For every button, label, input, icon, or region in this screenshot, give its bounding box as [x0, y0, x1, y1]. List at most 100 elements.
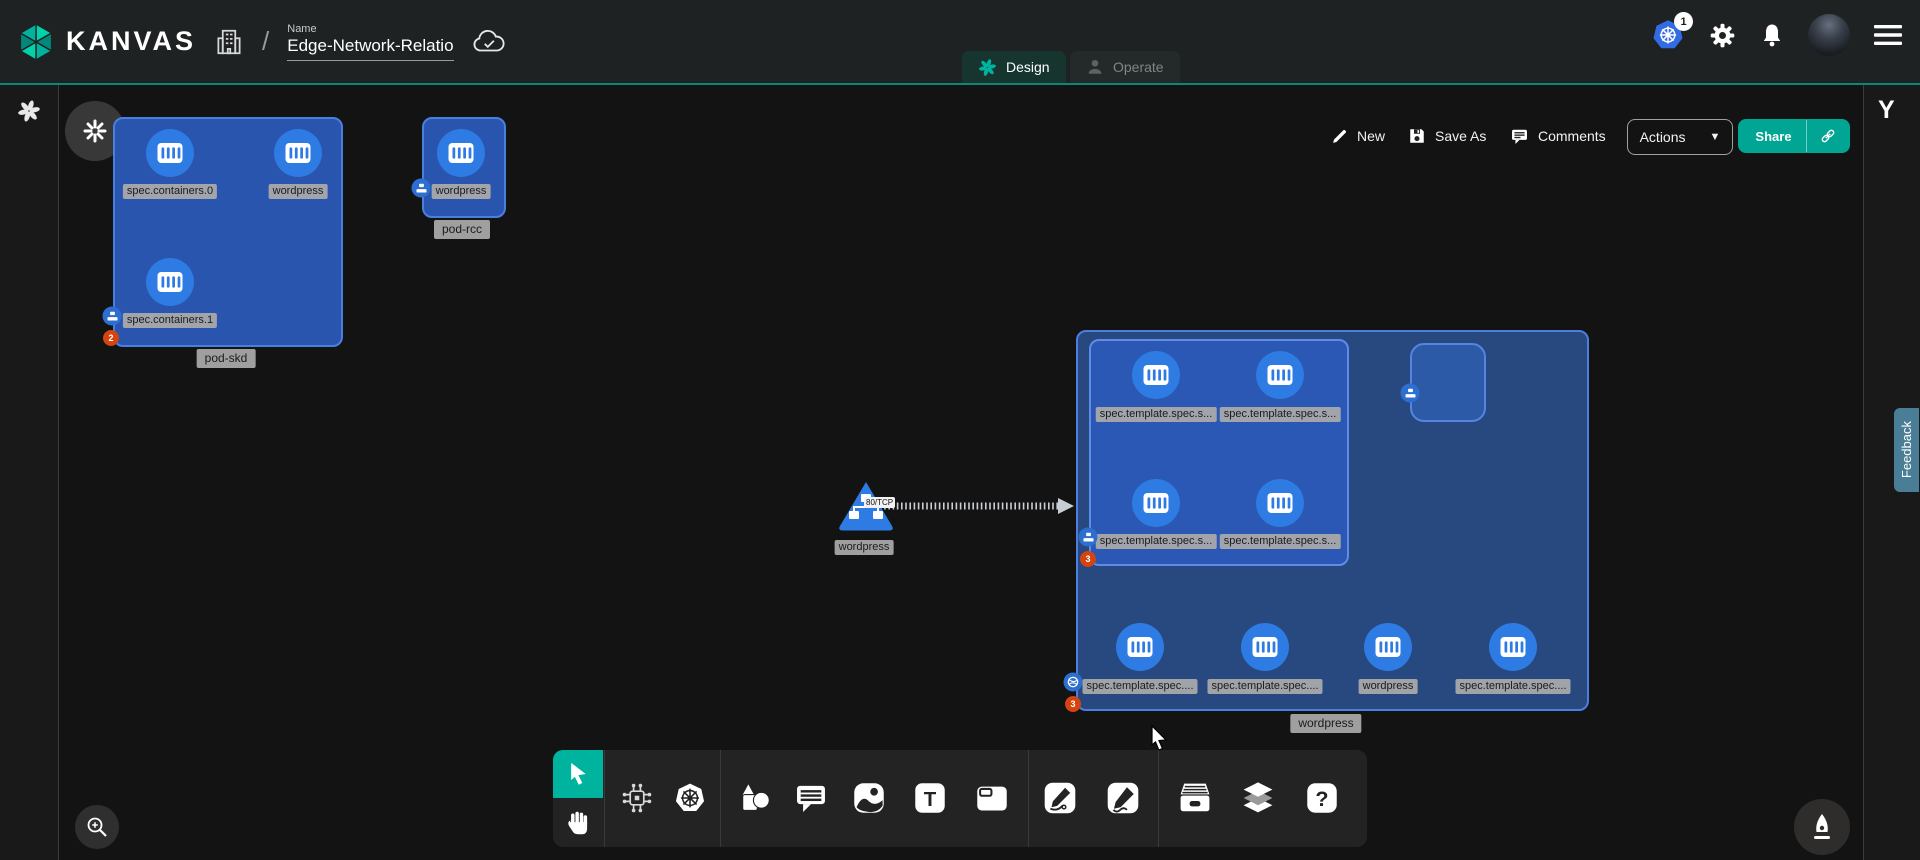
sitemap-icon [415, 182, 427, 194]
node-label: spec.template.spec.... [1456, 679, 1571, 694]
node-spec-containers-1[interactable] [146, 258, 194, 306]
caret-down-icon[interactable]: ▼ [1698, 131, 1733, 143]
pencil-icon [1331, 128, 1348, 145]
new-button[interactable]: New [1331, 119, 1385, 153]
save-as-button[interactable]: Save As [1408, 119, 1486, 153]
question-mark-icon: ? [1305, 781, 1339, 815]
tool-pencil[interactable] [1101, 776, 1145, 820]
container-icon [1498, 632, 1528, 662]
design-name-field[interactable]: Name Edge-Network-Relatio [287, 23, 453, 61]
edge-port-label: 80/TCP [864, 497, 895, 508]
container-icon [1250, 632, 1280, 662]
tool-text[interactable]: T [908, 776, 952, 820]
group-connection-icon[interactable] [1064, 673, 1083, 692]
tool-pan-hand[interactable] [553, 799, 603, 847]
group-connection-icon[interactable] [1079, 528, 1098, 547]
actions-dropdown-button[interactable]: Actions ▼ [1627, 119, 1733, 155]
container-icon [1141, 360, 1171, 390]
asterisk-wheel-icon [81, 117, 109, 145]
user-avatar[interactable] [1808, 14, 1850, 56]
drawer-archive-icon [1177, 780, 1213, 816]
group-connection-icon[interactable] [103, 307, 122, 326]
app-header: KANVAS / Name Edge-Network-Relatio [0, 0, 1920, 83]
floppy-disk-icon [1408, 127, 1426, 145]
toolbar-divider [604, 750, 605, 847]
design-swirl-icon [978, 58, 997, 77]
image-icon [852, 781, 886, 815]
node-label: spec.containers.1 [123, 313, 217, 328]
error-badge[interactable]: 3 [1065, 696, 1081, 712]
comments-button[interactable]: Comments [1510, 119, 1606, 153]
text-icon: T [913, 781, 947, 815]
node-inner-container-3[interactable] [1132, 479, 1180, 527]
error-badge[interactable]: 2 [103, 330, 119, 346]
container-icon [1141, 488, 1171, 518]
tool-note[interactable] [970, 776, 1014, 820]
kanvas-logo[interactable]: KANVAS [16, 22, 196, 62]
tool-shapes[interactable] [732, 776, 776, 820]
svg-text:?: ? [1315, 787, 1328, 811]
pen-nib-button[interactable] [1794, 799, 1850, 855]
node-spec[interactable] [1410, 343, 1486, 422]
toolbar-divider [720, 750, 721, 847]
feedback-tab[interactable]: Feedback [1894, 408, 1919, 492]
name-label: Name [287, 23, 453, 35]
tool-kubernetes[interactable] [668, 776, 712, 820]
note-icon [975, 781, 1009, 815]
tool-comment[interactable] [789, 776, 833, 820]
comment-icon [1510, 127, 1529, 146]
node-label: spec.template.spec.... [1208, 679, 1323, 694]
node-bottom-container-3[interactable] [1364, 623, 1412, 671]
design-name-value[interactable]: Edge-Network-Relatio [287, 36, 453, 61]
node-inner-container-2[interactable] [1256, 351, 1304, 399]
kanvas-app: KANVAS / Name Edge-Network-Relatio [0, 0, 1920, 860]
group-connection-icon[interactable] [412, 179, 431, 198]
share-button[interactable]: Share [1738, 119, 1850, 153]
tool-image[interactable] [847, 776, 891, 820]
edge-service-to-deployment[interactable] [878, 495, 1078, 517]
y-shortcut-icon[interactable]: Y [1878, 96, 1895, 125]
hamburger-menu-icon[interactable] [1874, 24, 1902, 46]
container-icon [1265, 488, 1295, 518]
node-bottom-container-1[interactable] [1116, 623, 1164, 671]
tab-design[interactable]: Design [962, 51, 1066, 83]
node-bottom-container-2[interactable] [1241, 623, 1289, 671]
node-spec-containers-0[interactable] [146, 129, 194, 177]
kubernetes-wheel-icon [672, 780, 708, 816]
zoom-button[interactable] [75, 805, 119, 849]
node-label: spec.template.spec.... [1083, 679, 1198, 694]
node-wordpress-container[interactable] [437, 129, 485, 177]
node-label: spec.template.spec.s... [1096, 534, 1217, 549]
meshery-swirl-icon[interactable] [17, 99, 41, 123]
tool-select-cursor[interactable] [553, 750, 603, 798]
node-wordpress-container[interactable] [274, 129, 322, 177]
group-spec-template-spec[interactable] [1089, 339, 1349, 566]
service-label: wordpress [835, 540, 894, 555]
feedback-label: Feedback [1899, 421, 1914, 478]
node-inner-container-1[interactable] [1132, 351, 1180, 399]
tool-drawer[interactable] [1173, 776, 1217, 820]
node-inner-container-4[interactable] [1256, 479, 1304, 527]
layers-icon [1240, 780, 1276, 816]
node-label: spec.template.spec.s... [1220, 407, 1341, 422]
container-icon [1265, 360, 1295, 390]
tool-components[interactable] [615, 776, 659, 820]
node-bottom-container-4[interactable] [1489, 623, 1537, 671]
settings-gear-icon[interactable] [1709, 22, 1736, 49]
tab-operate[interactable]: Operate [1070, 51, 1180, 83]
tool-pen[interactable] [1038, 776, 1082, 820]
cloud-saved-icon [472, 27, 506, 57]
tool-layers[interactable] [1236, 776, 1280, 820]
error-badge[interactable]: 3 [1080, 551, 1096, 567]
group-label-pod-skd: pod-skd [197, 349, 256, 368]
workspace-building-icon[interactable] [214, 27, 244, 57]
kubernetes-context-button[interactable]: 1 [1651, 18, 1685, 52]
group-connection-icon[interactable] [1401, 384, 1420, 403]
copy-link-button[interactable] [1807, 127, 1849, 145]
kubernetes-count-badge: 1 [1674, 12, 1693, 31]
tool-help[interactable]: ? [1300, 776, 1344, 820]
notifications-bell-icon[interactable] [1760, 22, 1784, 48]
tab-operate-label: Operate [1113, 59, 1164, 75]
operate-person-icon [1086, 58, 1104, 76]
actions-label: Actions [1628, 129, 1686, 145]
